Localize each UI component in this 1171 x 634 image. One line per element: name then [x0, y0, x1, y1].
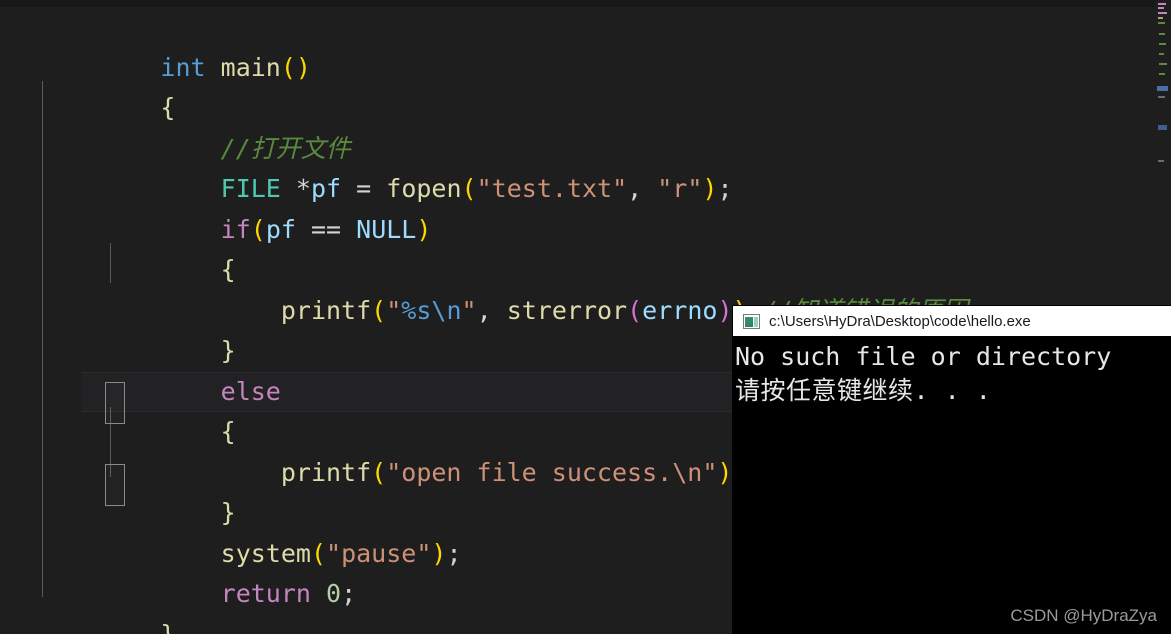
minimap-line [1158, 3, 1166, 5]
console-output: No such file or directory 请按任意键继续. . . [733, 336, 1171, 408]
token-keyword-int: int [160, 52, 206, 82]
token-var-pf: pf [310, 174, 342, 203]
code-line-content: return 0; [220, 579, 357, 608]
token-keyword-if: if [220, 214, 251, 244]
code-line-content: { [220, 417, 236, 446]
code-line-content: if(pf == NULL) [220, 214, 432, 244]
token-type-file: FILE [220, 174, 281, 203]
code-line-content: //打开文件 [120, 129, 351, 170]
console-output-line: 请按任意键继续. . . [735, 376, 992, 405]
token-keyword-else: else [220, 376, 281, 406]
code-line-content: } [220, 336, 236, 365]
console-output-line: No such file or directory [735, 342, 1112, 371]
minimap-line [1159, 73, 1165, 75]
token-var-pf2: pf [265, 214, 296, 244]
minimap-line [1159, 43, 1166, 45]
minimap-line [1159, 53, 1164, 55]
screenshot-root: int main() { //打开文件 FILE *pf = fopen("te… [0, 0, 1171, 634]
editor-top-strip [0, 0, 1171, 7]
token-var-errno: errno [642, 295, 718, 325]
minimap-line [1158, 7, 1164, 9]
minimap-line [1158, 22, 1165, 24]
code-line-content: { [160, 93, 176, 122]
code-line-content: else [120, 372, 281, 413]
code-line-content: printf("open file success.\n"); [280, 457, 748, 487]
minimap-line [1158, 96, 1165, 98]
console-window[interactable]: c:\Users\HyDra\Desktop\code\hello.exe No… [733, 306, 1171, 634]
token-fn-fopen: fopen [386, 174, 462, 203]
code-line-content: int main() [160, 52, 311, 82]
code-line[interactable]: int main() [0, 7, 1155, 82]
minimap-line [1159, 33, 1165, 35]
console-window-icon [743, 313, 760, 329]
token-str-r: "r" [657, 174, 703, 203]
token-fn-printf: printf [280, 295, 372, 325]
token-fn-strerror: strerror [506, 295, 628, 325]
token-num-zero: 0 [326, 579, 342, 608]
minimap-line [1157, 86, 1168, 91]
token-comment-open-file: //打开文件 [220, 133, 351, 163]
token-str-testtxt: "test.txt" [476, 174, 628, 203]
watermark: CSDN @HyDraZya [1010, 606, 1157, 625]
minimap-line [1158, 125, 1167, 130]
minimap-line [1158, 12, 1167, 14]
code-line-content: system("pause"); [220, 538, 462, 568]
token-fn-system: system [220, 538, 311, 568]
indent-guide [110, 243, 111, 283]
token-const-null: NULL [356, 214, 417, 244]
minimap-line [1159, 63, 1167, 65]
code-line-content: FILE *pf = fopen("test.txt", "r"); [220, 174, 733, 203]
indent-guide [42, 81, 43, 597]
code-line-content: } [220, 498, 236, 527]
token-keyword-return: return [220, 579, 311, 608]
minimap-line [1158, 160, 1164, 162]
console-title-text: c:\Users\HyDra\Desktop\code\hello.exe [769, 312, 1031, 330]
minimap-line [1158, 17, 1163, 19]
code-line-content: { [220, 255, 236, 284]
console-title-bar[interactable]: c:\Users\HyDra\Desktop\code\hello.exe [733, 306, 1171, 336]
code-line-content: } [160, 619, 176, 634]
token-fn-printf2: printf [280, 457, 372, 487]
token-str-pause: "pause" [326, 538, 432, 568]
token-fn-main: main [220, 52, 281, 82]
